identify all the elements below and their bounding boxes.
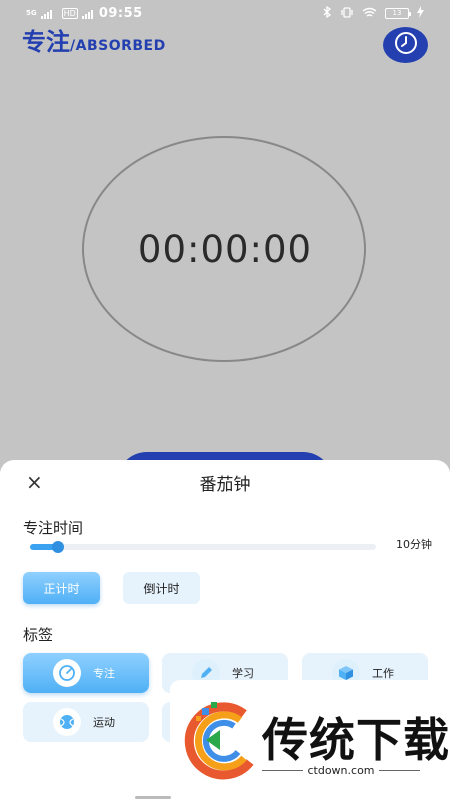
count-up-button[interactable]: 正计时 bbox=[23, 572, 100, 604]
target-icon bbox=[53, 659, 81, 687]
divider bbox=[378, 770, 420, 771]
status-right: 13 bbox=[323, 5, 424, 21]
timer-display: 00:00:00 bbox=[137, 228, 313, 271]
charging-icon bbox=[417, 6, 424, 21]
watermark-url: ctdown.com bbox=[307, 764, 375, 777]
sheet-title: 番茄钟 bbox=[199, 475, 251, 495]
battery-icon: 13 bbox=[385, 8, 411, 19]
clock-time: 09:55 bbox=[98, 6, 143, 21]
watermark-overlay: 传统下载 ctdown.com bbox=[170, 680, 450, 800]
watermark-url-row: ctdown.com bbox=[262, 764, 420, 777]
network-label: 5G bbox=[26, 9, 37, 17]
tag-label: 专注 bbox=[93, 667, 115, 680]
app-title: 专注 /ABSORBED bbox=[22, 22, 166, 57]
count-down-button[interactable]: 倒计时 bbox=[123, 572, 200, 604]
vibrate-icon bbox=[340, 6, 354, 21]
bluetooth-icon bbox=[323, 5, 332, 21]
tags-label: 标签 bbox=[23, 626, 54, 644]
divider bbox=[262, 770, 304, 771]
ball-icon bbox=[53, 708, 81, 736]
app-title-en: /ABSORBED bbox=[70, 38, 166, 54]
home-indicator[interactable] bbox=[135, 796, 171, 799]
watermark-logo-icon bbox=[180, 700, 256, 786]
slider-thumb[interactable] bbox=[52, 541, 64, 553]
duration-value: 10分钟 bbox=[396, 538, 432, 551]
tag-label: 学习 bbox=[232, 667, 254, 680]
duration-slider[interactable] bbox=[30, 541, 376, 553]
tag-label: 运动 bbox=[93, 716, 115, 729]
wifi-icon bbox=[362, 7, 377, 21]
signal-icon bbox=[40, 8, 52, 19]
signal-icon-2 bbox=[81, 8, 93, 19]
history-button[interactable] bbox=[383, 27, 428, 63]
clock-icon bbox=[393, 30, 419, 60]
duration-label: 专注时间 bbox=[23, 519, 84, 537]
app-title-cn: 专注 bbox=[22, 28, 70, 56]
watermark-name: 传统下载 bbox=[262, 713, 450, 767]
tag-label: 工作 bbox=[372, 667, 394, 680]
hd-badge: HD bbox=[61, 8, 78, 19]
status-left: 5G HD 09:55 bbox=[26, 6, 143, 21]
tag-sport[interactable]: 运动 bbox=[23, 702, 149, 742]
tag-focus[interactable]: 专注 bbox=[23, 653, 149, 693]
